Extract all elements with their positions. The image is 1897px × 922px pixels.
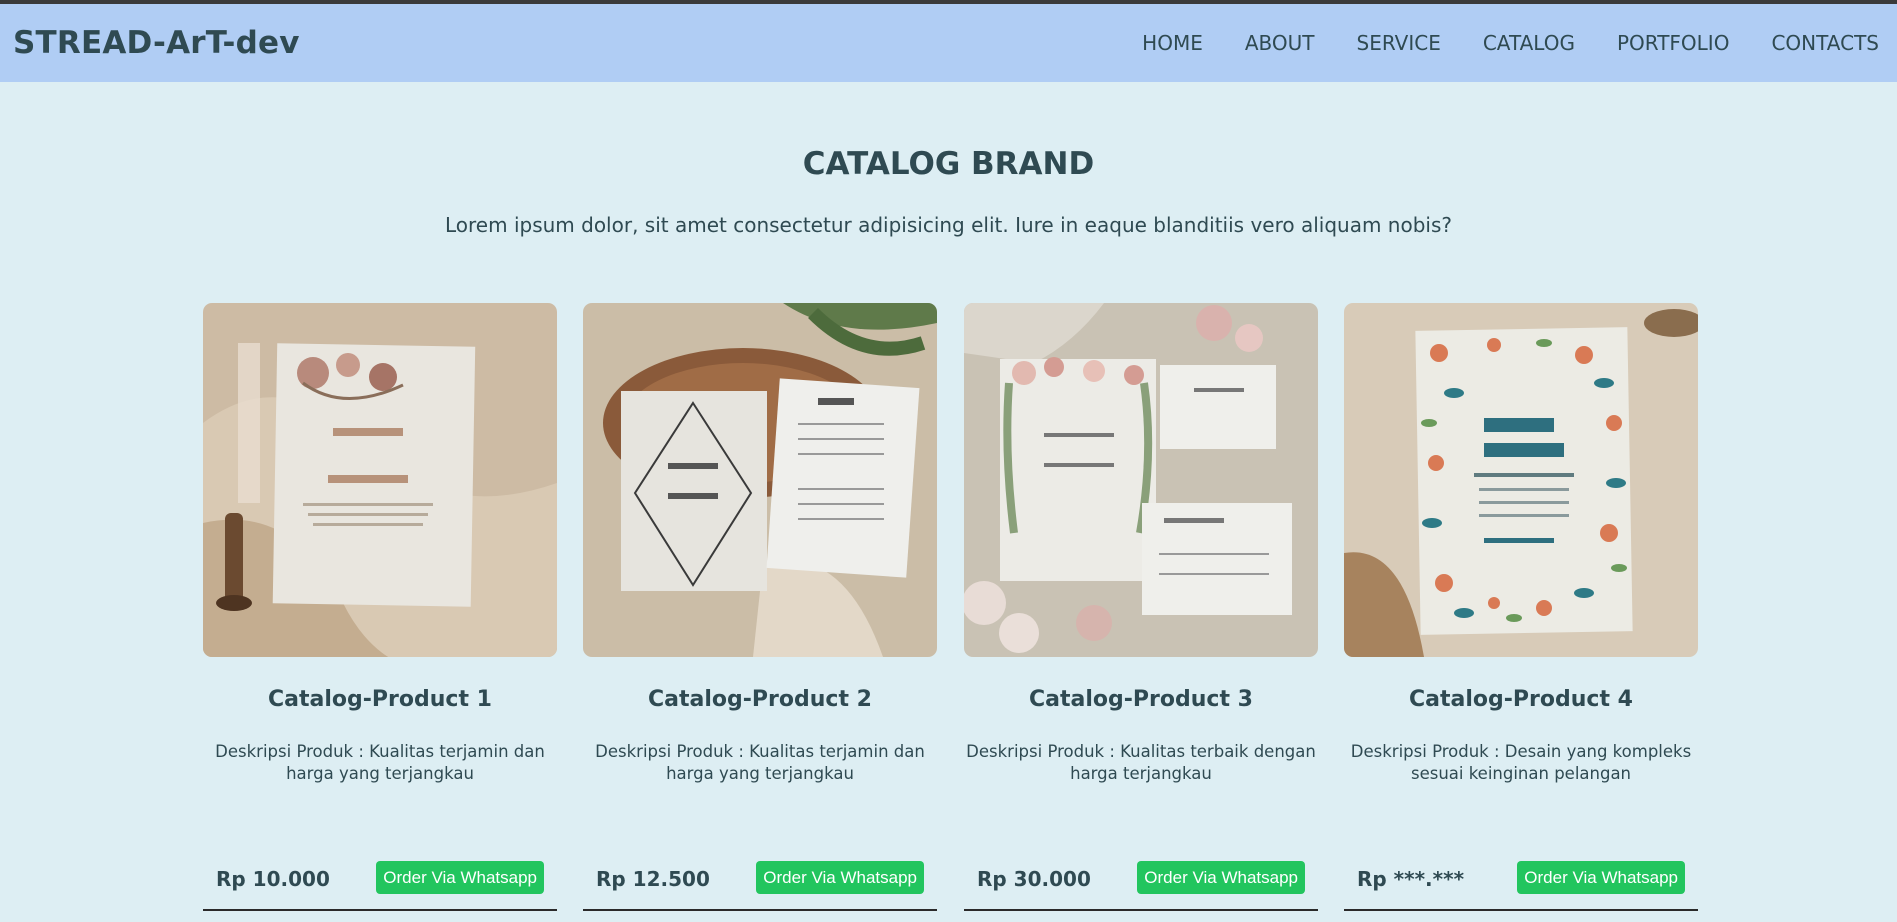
product-footer: Rp ***.*** Order Via Whatsapp [1344, 861, 1698, 911]
order-whatsapp-button[interactable]: Order Via Whatsapp [376, 861, 544, 894]
product-image [583, 303, 937, 657]
order-whatsapp-button[interactable]: Order Via Whatsapp [1137, 861, 1305, 894]
product-name: Catalog-Product 1 [268, 687, 492, 712]
nav-home[interactable]: HOME [1142, 31, 1203, 55]
nav-service[interactable]: SERVICE [1357, 31, 1441, 55]
product-description: Deskripsi Produk : Desain yang kompleks … [1350, 742, 1692, 783]
product-card: Catalog-Product 1 Deskripsi Produk : Kua… [203, 303, 557, 911]
product-name: Catalog-Product 4 [1409, 687, 1633, 712]
product-description: Deskripsi Produk : Kualitas terjamin dan… [595, 742, 925, 783]
navbar: STREAD-ArT-dev HOME ABOUT SERVICE CATALO… [0, 4, 1897, 82]
product-card: Catalog-Product 3 Deskripsi Produk : Kua… [964, 303, 1318, 911]
product-description: Deskripsi Produk : Kualitas terbaik deng… [966, 742, 1316, 783]
product-price: Rp 12.500 [596, 867, 710, 891]
nav-about[interactable]: ABOUT [1245, 31, 1315, 55]
nav-catalog[interactable]: CATALOG [1483, 31, 1575, 55]
product-name: Catalog-Product 3 [1029, 687, 1253, 712]
product-price: Rp 30.000 [977, 867, 1091, 891]
product-image [203, 303, 557, 657]
main-nav: HOME ABOUT SERVICE CATALOG PORTFOLIO CON… [1100, 31, 1897, 55]
product-card: Catalog-Product 2 Deskripsi Produk : Kua… [583, 303, 937, 911]
nav-portfolio[interactable]: PORTFOLIO [1617, 31, 1730, 55]
product-footer: Rp 12.500 Order Via Whatsapp [583, 861, 937, 911]
order-whatsapp-button[interactable]: Order Via Whatsapp [1517, 861, 1685, 894]
order-whatsapp-button[interactable]: Order Via Whatsapp [756, 861, 924, 894]
catalog-title: CATALOG BRAND [802, 146, 1095, 182]
product-image [964, 303, 1318, 657]
catalog-subtitle: Lorem ipsum dolor, sit amet consectetur … [444, 213, 1452, 237]
product-price: Rp ***.*** [1357, 867, 1465, 891]
product-price: Rp 10.000 [216, 867, 330, 891]
product-card: Catalog-Product 4 Deskripsi Produk : Des… [1344, 303, 1698, 911]
brand-logo[interactable]: STREAD-ArT-dev [13, 25, 300, 61]
product-name: Catalog-Product 2 [648, 687, 872, 712]
product-image [1344, 303, 1698, 657]
product-description: Deskripsi Produk : Kualitas terjamin dan… [215, 742, 545, 783]
product-footer: Rp 10.000 Order Via Whatsapp [203, 861, 557, 911]
nav-contacts[interactable]: CONTACTS [1771, 31, 1879, 55]
product-footer: Rp 30.000 Order Via Whatsapp [964, 861, 1318, 911]
